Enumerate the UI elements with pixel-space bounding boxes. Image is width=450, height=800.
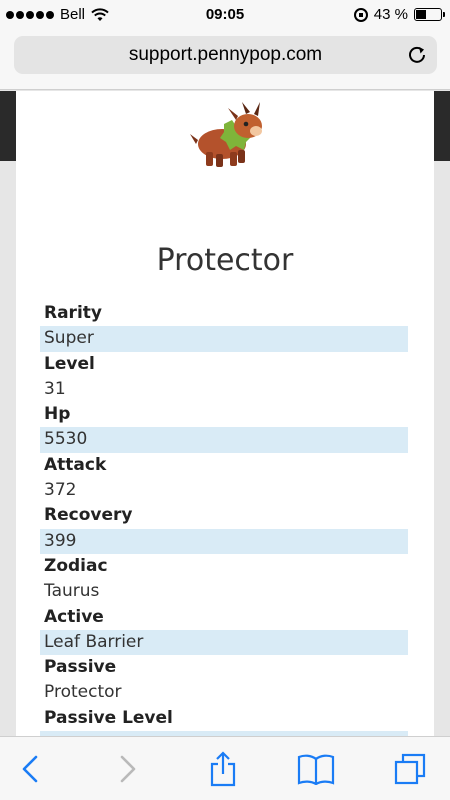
- stat-value-level: 31: [44, 378, 66, 399]
- status-bar: Bell 09:05 43 %: [0, 0, 450, 30]
- bookmarks-icon[interactable]: [297, 753, 335, 785]
- forward-icon[interactable]: [118, 754, 138, 784]
- stat-label-hp: Hp: [44, 404, 71, 425]
- stat-label-passive: Passive: [44, 657, 117, 678]
- stat-label-level: Level: [44, 353, 95, 374]
- stat-value-zodiac: Taurus: [44, 581, 100, 602]
- browser-toolbar: [0, 736, 450, 800]
- reload-icon[interactable]: [407, 45, 427, 65]
- rotation-lock-icon: [353, 7, 368, 22]
- creature-image: [190, 102, 262, 167]
- stat-label-rarity: Rarity: [44, 303, 102, 323]
- browser-header: support.pennypop.com: [0, 30, 450, 90]
- stat-value-hp: 5530: [40, 427, 408, 453]
- tabs-button[interactable]: [390, 751, 430, 787]
- stat-label-attack: Attack: [44, 454, 107, 475]
- stat-label-passive-level: Passive Level: [44, 707, 173, 728]
- stat-value-passive: Protector: [44, 682, 122, 703]
- share-button[interactable]: [203, 751, 243, 787]
- stat-label-recovery: Recovery: [44, 505, 133, 526]
- status-right: 43 %: [353, 6, 445, 23]
- address-bar[interactable]: support.pennypop.com: [14, 36, 437, 74]
- battery-icon: [414, 8, 445, 21]
- address-text[interactable]: support.pennypop.com: [129, 44, 322, 66]
- stat-value-rarity: Super: [40, 326, 408, 352]
- stat-label-active: Active: [44, 606, 104, 627]
- stats-list: Rarity Super Level 31 Hp 5530 Attack 372…: [40, 301, 408, 736]
- back-button[interactable]: [10, 751, 50, 787]
- forward-button[interactable]: [108, 751, 148, 787]
- tabs-icon[interactable]: [394, 753, 426, 785]
- stat-value-attack: 372: [44, 480, 77, 501]
- battery-fill: [416, 10, 426, 19]
- battery-percent: 43 %: [373, 6, 408, 23]
- stat-value-recovery: 399: [40, 528, 408, 554]
- back-icon[interactable]: [20, 754, 40, 784]
- stat-label-zodiac: Zodiac: [44, 555, 108, 576]
- bookmarks-button[interactable]: [296, 751, 336, 787]
- share-icon[interactable]: [209, 751, 237, 787]
- stat-value-active: Leaf Barrier: [40, 629, 408, 656]
- content-card: Protector Rarity Super Level 31 Hp 5530 …: [16, 91, 434, 736]
- page-title: Protector: [156, 243, 294, 278]
